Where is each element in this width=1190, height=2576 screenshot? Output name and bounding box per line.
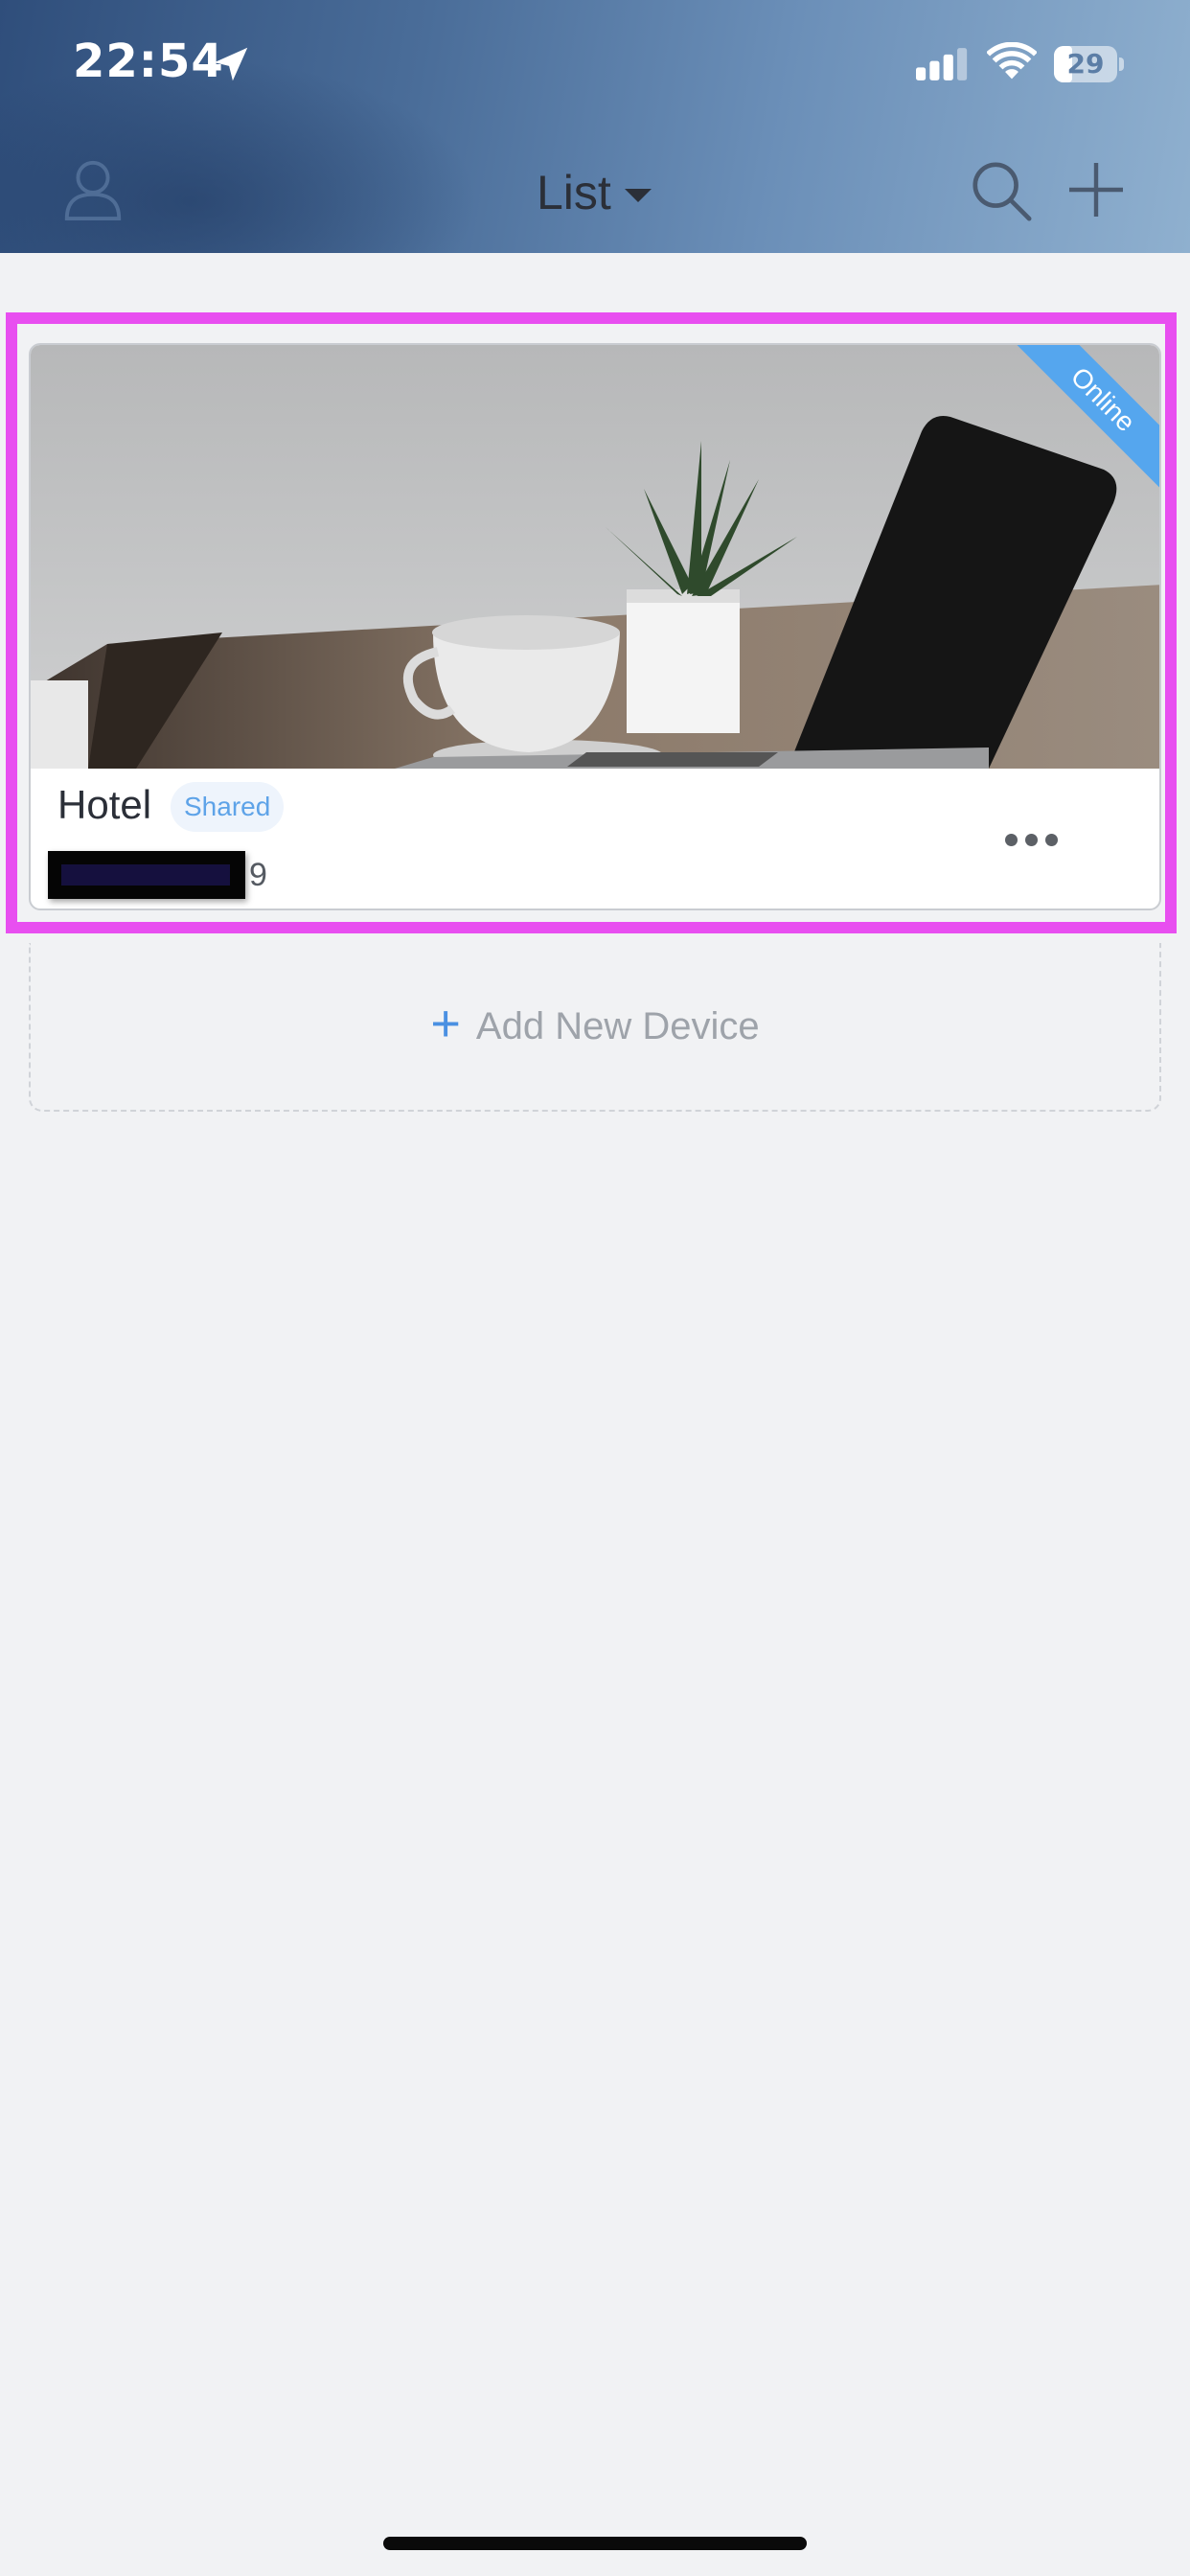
list-view-selector[interactable]: List xyxy=(537,159,652,226)
device-card[interactable]: Online Hotel Shared 9 xyxy=(29,343,1161,910)
location-arrow-icon xyxy=(214,47,248,81)
device-name: Hotel xyxy=(57,782,152,827)
device-id-suffix: 9 xyxy=(249,857,267,893)
user-icon[interactable] xyxy=(59,155,126,222)
home-indicator[interactable] xyxy=(383,2537,807,2550)
plus-icon[interactable] xyxy=(1065,159,1127,220)
status-time: 22:54 xyxy=(73,34,224,88)
redacted-device-id xyxy=(48,851,245,899)
cellular-signal-icon xyxy=(916,48,968,80)
more-icon xyxy=(1004,833,1018,846)
shared-badge: Shared xyxy=(171,782,285,832)
device-snapshot-image xyxy=(31,345,1159,769)
page-title: List xyxy=(537,166,611,219)
more-options-button[interactable] xyxy=(996,811,1065,868)
add-new-device-label: Add New Device xyxy=(475,1004,760,1047)
top-header: 22:54 29 List xyxy=(0,0,1190,253)
plus-icon: + xyxy=(430,995,461,1052)
battery-icon: 29 xyxy=(1054,46,1124,82)
wifi-icon xyxy=(987,42,1037,80)
search-icon[interactable] xyxy=(968,157,1035,224)
battery-level-text: 29 xyxy=(1066,48,1105,80)
caret-down-icon xyxy=(624,189,652,202)
add-new-device-button[interactable]: + Add New Device xyxy=(29,943,1161,1112)
